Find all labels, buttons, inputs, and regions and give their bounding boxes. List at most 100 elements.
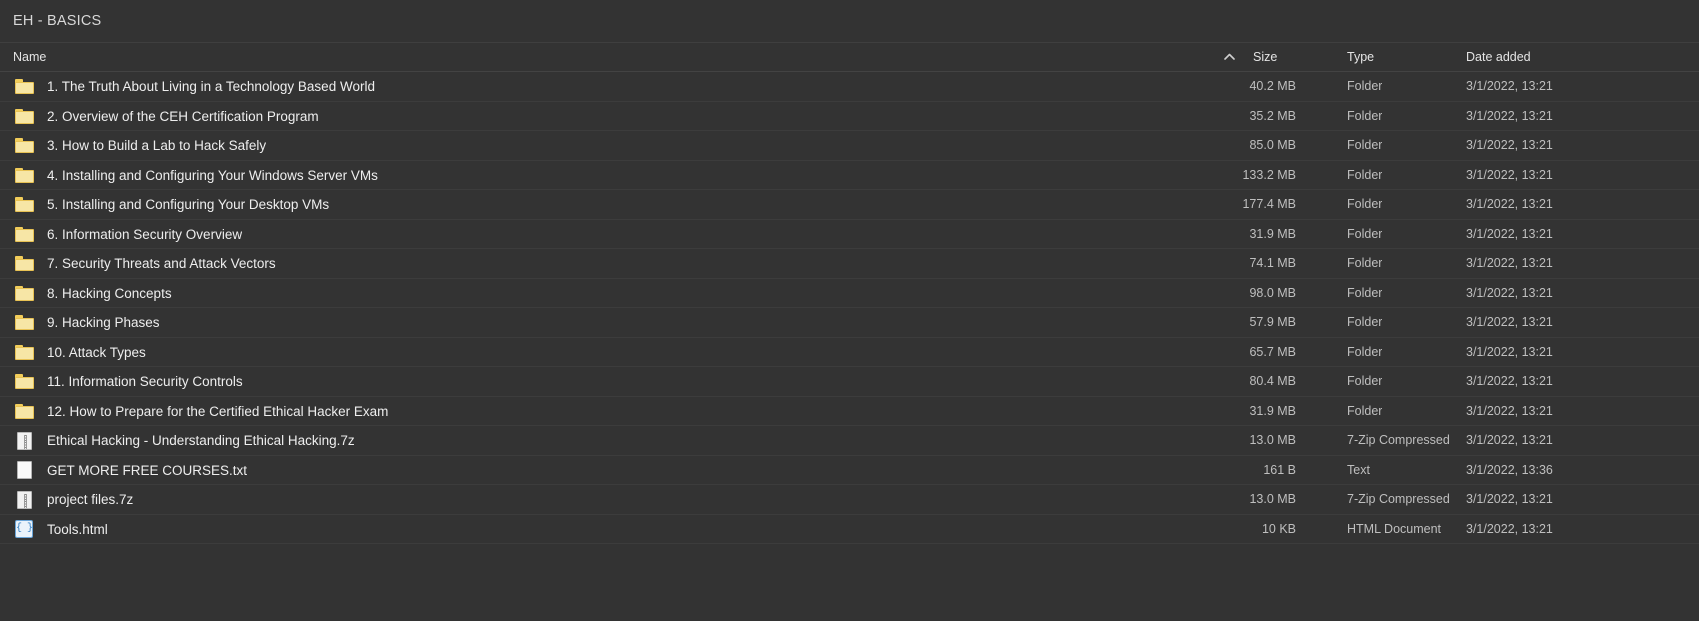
column-header-date-added[interactable]: Date added <box>1466 43 1531 71</box>
file-row[interactable]: 9. Hacking Phases 57.9 MB Folder 3/1/2022, … <box>0 308 1699 338</box>
column-header-name[interactable]: Name <box>13 43 46 71</box>
file-icon-cell <box>13 161 35 190</box>
file-date-added: 3/1/2022, 13:21 <box>1466 492 1553 506</box>
file-icon-cell <box>13 279 35 308</box>
folder-icon <box>14 138 34 153</box>
archive-icon <box>16 431 32 450</box>
file-name[interactable]: 1. The Truth About Living in a Technolog… <box>47 72 375 101</box>
file-date-added: 3/1/2022, 13:21 <box>1466 521 1553 536</box>
file-size: 13.0 MB <box>1249 433 1296 447</box>
file-type: Folder <box>1347 374 1383 388</box>
file-name[interactable]: Ethical Hacking - Understanding Ethical … <box>47 426 355 455</box>
file-icon-cell: { } <box>13 515 35 544</box>
window-title: EH - BASICS <box>13 13 102 29</box>
file-row[interactable]: GET MORE FREE COURSES.txt 161 B Text 3/1/20… <box>0 456 1699 485</box>
titlebar: EH - BASICS <box>0 0 1699 43</box>
file-row[interactable]: project files.7z 13.0 MB 7-Zip Compressed 3… <box>0 485 1699 515</box>
file-row[interactable]: 3. How to Build a Lab to Hack Safely 85.0… <box>0 131 1699 161</box>
file-size: 13.0 MB <box>1249 492 1296 506</box>
column-header-row: Name Size Type Date added <box>0 43 1699 72</box>
folder-icon <box>14 197 34 212</box>
file-type: 7-Zip Compressed <box>1347 492 1450 506</box>
file-size: 98.0 MB <box>1249 285 1296 300</box>
folder-icon <box>14 256 34 271</box>
file-type: Folder <box>1347 108 1383 123</box>
file-size: 57.9 MB <box>1249 315 1296 329</box>
folder-icon <box>14 167 34 183</box>
file-name[interactable]: Tools.html <box>47 515 108 544</box>
file-name[interactable]: 9. Hacking Phases <box>47 308 160 337</box>
file-row[interactable]: 5. Installing and Configuring Your Deskt… <box>0 190 1699 220</box>
file-icon-cell <box>13 72 35 101</box>
folder-icon <box>14 315 34 330</box>
file-row[interactable]: 1. The Truth About Living in a Technolog… <box>0 72 1699 102</box>
file-date-added: 3/1/2022, 13:21 <box>1466 197 1553 211</box>
file-size: 35.2 MB <box>1249 108 1296 123</box>
sort-chevron-up-icon[interactable] <box>1221 43 1237 71</box>
file-name[interactable]: 2. Overview of the CEH Certification Pro… <box>47 102 319 131</box>
file-type: Folder <box>1347 138 1383 152</box>
folder-icon <box>14 403 34 419</box>
file-size: 133.2 MB <box>1242 167 1296 182</box>
file-type: Text <box>1347 462 1370 477</box>
file-icon-cell <box>13 220 35 249</box>
file-row[interactable]: 6. Information Security Overview 31.9 MB F… <box>0 220 1699 249</box>
file-date-added: 3/1/2022, 13:21 <box>1466 167 1553 182</box>
file-type: Folder <box>1347 285 1383 300</box>
file-row[interactable]: 2. Overview of the CEH Certification Pro… <box>0 102 1699 131</box>
file-name[interactable]: 7. Security Threats and Attack Vectors <box>47 249 276 278</box>
file-name[interactable]: 4. Installing and Configuring Your Windo… <box>47 161 378 190</box>
file-icon-cell <box>13 367 35 396</box>
file-icon-cell <box>13 308 35 337</box>
file-name[interactable]: 6. Information Security Overview <box>47 220 242 249</box>
file-type: Folder <box>1347 226 1383 241</box>
file-date-added: 3/1/2022, 13:21 <box>1466 79 1553 93</box>
file-size: 177.4 MB <box>1242 197 1296 211</box>
file-date-added: 3/1/2022, 13:21 <box>1466 374 1553 388</box>
file-icon-cell <box>13 338 35 367</box>
file-date-added: 3/1/2022, 13:21 <box>1466 285 1553 300</box>
column-header-size[interactable]: Size <box>1253 43 1277 71</box>
file-type: HTML Document <box>1347 521 1442 536</box>
file-row[interactable]: 10. Attack Types 65.7 MB Folder 3/1/2022, 1… <box>0 338 1699 367</box>
file-type: Folder <box>1347 79 1383 93</box>
file-name[interactable]: 11. Information Security Controls <box>47 367 243 396</box>
file-size: 40.2 MB <box>1249 79 1296 93</box>
file-type: Folder <box>1347 403 1383 418</box>
file-size: 10 KB <box>1261 521 1296 536</box>
file-size: 161 B <box>1263 462 1296 477</box>
folder-icon <box>14 79 34 94</box>
file-icon-cell <box>13 249 35 278</box>
file-size: 74.1 MB <box>1249 256 1296 270</box>
file-type: 7-Zip Compressed <box>1347 433 1450 447</box>
file-size: 31.9 MB <box>1249 403 1296 418</box>
file-name[interactable]: GET MORE FREE COURSES.txt <box>47 456 247 485</box>
file-row[interactable]: 11. Information Security Controls 80.4 MB… <box>0 367 1699 397</box>
file-row[interactable]: { } Tools.html 10 KB HTML Document 3/1/2022,… <box>0 515 1699 544</box>
file-list: 1. The Truth About Living in a Technolog… <box>0 72 1699 621</box>
file-name[interactable]: 3. How to Build a Lab to Hack Safely <box>47 131 266 160</box>
file-date-added: 3/1/2022, 13:21 <box>1466 108 1553 123</box>
folder-icon <box>14 108 34 124</box>
file-name[interactable]: 10. Attack Types <box>47 338 146 367</box>
file-type: Folder <box>1347 344 1383 359</box>
file-name[interactable]: project files.7z <box>47 485 133 514</box>
file-name[interactable]: 8. Hacking Concepts <box>47 279 172 308</box>
file-icon-cell <box>13 190 35 219</box>
file-date-added: 3/1/2022, 13:21 <box>1466 344 1553 359</box>
file-name[interactable]: 12. How to Prepare for the Certified Eth… <box>47 397 388 426</box>
file-date-added: 3/1/2022, 13:36 <box>1466 462 1553 477</box>
file-row[interactable]: Ethical Hacking - Understanding Ethical … <box>0 426 1699 456</box>
file-icon-cell <box>13 102 35 131</box>
file-date-added: 3/1/2022, 13:21 <box>1466 433 1553 447</box>
file-date-added: 3/1/2022, 13:21 <box>1466 315 1553 329</box>
file-icon-cell <box>13 456 35 485</box>
file-type: Folder <box>1347 197 1383 211</box>
file-date-added: 3/1/2022, 13:21 <box>1466 226 1553 241</box>
file-name[interactable]: 5. Installing and Configuring Your Deskt… <box>47 190 329 219</box>
file-row[interactable]: 8. Hacking Concepts 98.0 MB Folder 3/1/2022… <box>0 279 1699 308</box>
file-row[interactable]: 7. Security Threats and Attack Vectors 74… <box>0 249 1699 279</box>
column-header-type[interactable]: Type <box>1347 43 1374 71</box>
file-row[interactable]: 4. Installing and Configuring Your Windo… <box>0 161 1699 190</box>
file-row[interactable]: 12. How to Prepare for the Certified Eth… <box>0 397 1699 426</box>
